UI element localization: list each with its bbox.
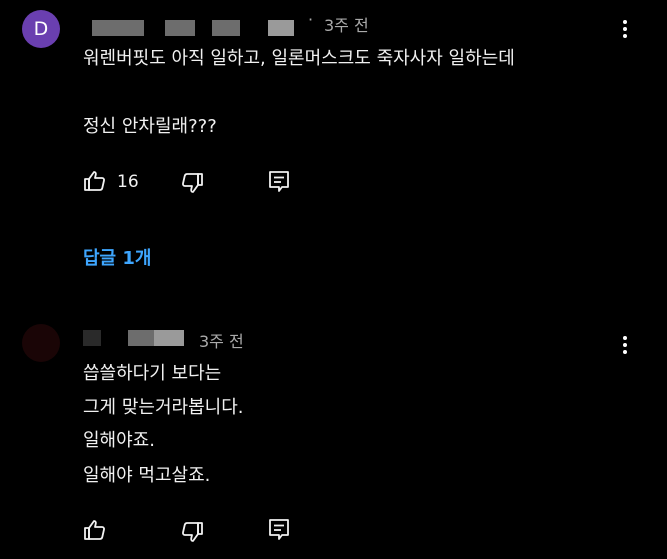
avatar[interactable] xyxy=(22,324,60,362)
like-button[interactable] xyxy=(83,518,107,542)
comment-text-line: 일해야 먹고살죠. xyxy=(83,465,211,486)
redacted-author-name xyxy=(212,20,240,36)
like-count: 16 xyxy=(117,172,139,192)
avatar[interactable]: D xyxy=(22,10,60,48)
reply-comment-icon xyxy=(268,170,290,194)
comment-text-line: 정신 안차릴래??? xyxy=(83,116,217,137)
redacted-author-name xyxy=(83,330,101,346)
more-options-button[interactable] xyxy=(621,20,629,41)
dislike-button[interactable] xyxy=(180,171,204,195)
comment-time: 3주 전 xyxy=(324,16,369,35)
redacted-author-name xyxy=(92,20,144,36)
view-replies-button[interactable]: 답글 1개 xyxy=(83,244,151,270)
thumbs-down-icon xyxy=(180,171,204,195)
more-options-button[interactable] xyxy=(621,336,629,357)
reply-button[interactable] xyxy=(268,518,290,542)
reply-comment-icon xyxy=(268,518,290,542)
comment-time: 3주 전 xyxy=(199,332,244,351)
redacted-author-name xyxy=(165,20,195,36)
redacted-author-name xyxy=(128,330,154,346)
thumbs-down-icon xyxy=(180,520,204,544)
redacted-author-name xyxy=(268,20,294,36)
comment-text-line: 워렌버핏도 아직 일하고, 일론머스크도 죽자사자 일하는데 xyxy=(83,48,515,69)
comment-text-line: 씁쓸하다기 보다는 xyxy=(83,363,222,384)
comment-text-line: 그게 맞는거라봅니다. xyxy=(83,397,244,418)
time-separator: · xyxy=(308,10,314,29)
more-vertical-icon xyxy=(621,336,629,354)
comment-text-line: 일해야죠. xyxy=(83,430,155,451)
dislike-button[interactable] xyxy=(180,520,204,544)
thumbs-up-icon xyxy=(83,518,107,542)
redacted-author-name xyxy=(154,330,184,346)
more-vertical-icon xyxy=(621,20,629,38)
reply-button[interactable] xyxy=(268,170,290,194)
thumbs-up-icon xyxy=(83,169,107,193)
like-button[interactable] xyxy=(83,169,107,193)
